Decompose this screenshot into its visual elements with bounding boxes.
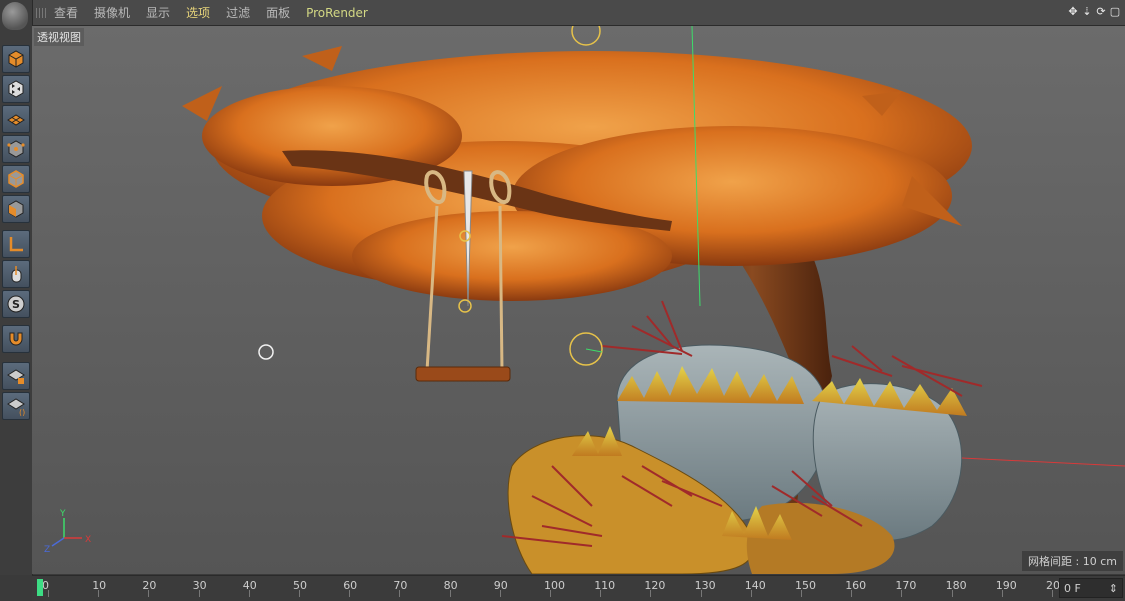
timeline-tick-mark <box>399 590 401 597</box>
panel-grip-icon[interactable] <box>36 7 46 18</box>
points-mode-icon[interactable] <box>2 135 30 163</box>
timeline-tick-mark <box>248 590 250 597</box>
workplane-lock-icon[interactable] <box>2 362 30 390</box>
menu-camera[interactable]: 摄像机 <box>94 4 138 21</box>
timeline-tick-label: 80 <box>443 579 458 592</box>
app-logo-icon <box>2 2 28 30</box>
axis-mode-icon[interactable] <box>2 230 30 258</box>
maximize-icon[interactable]: ▢ <box>1109 5 1121 18</box>
current-frame-field[interactable]: 0 F ⇕ <box>1059 578 1123 598</box>
null-object-gizmo[interactable] <box>258 344 274 360</box>
stepper-icon[interactable]: ⇕ <box>1109 582 1118 595</box>
timeline-tick-mark <box>851 590 853 597</box>
timeline-tick-mark <box>901 590 903 597</box>
timeline-tick-label: 110 <box>594 579 616 592</box>
model-mode-icon[interactable] <box>2 45 30 73</box>
tree-canopy <box>182 46 972 301</box>
svg-text:(): () <box>19 408 25 416</box>
viewport-nav-controls: ✥ ⇣ ⟳ ▢ <box>1067 5 1121 18</box>
timeline-tick-mark <box>1001 590 1003 597</box>
menu-options[interactable]: 选项 <box>186 4 218 21</box>
workplane-grid-icon[interactable]: () <box>2 392 30 420</box>
world-axis-indicator: Y X Z <box>44 509 91 555</box>
axis-y-label: Y <box>59 509 66 519</box>
axis-z-label: Z <box>44 545 50 555</box>
timeline-tick-mark <box>148 590 150 597</box>
x-axis-gizmo <box>961 457 1125 467</box>
menu-display[interactable]: 显示 <box>146 4 178 21</box>
timeline-tick-mark <box>98 590 100 597</box>
timeline-tick-mark <box>449 590 451 597</box>
timeline-tick-label: 160 <box>845 579 867 592</box>
timeline-tick-label: 20 <box>142 579 157 592</box>
timeline-tick-label: 90 <box>493 579 508 592</box>
viewport-title[interactable]: 透视视图 <box>34 28 84 46</box>
tweak-mode-icon[interactable] <box>2 260 30 288</box>
timeline-tick-mark <box>48 590 49 597</box>
timeline-tick-label: 180 <box>945 579 967 592</box>
axis-x-label: X <box>85 535 91 545</box>
light-gizmo[interactable] <box>571 26 601 46</box>
edges-mode-icon[interactable] <box>2 165 30 193</box>
scene-render: Y X Z <box>44 26 1125 574</box>
timeline-tick-mark <box>299 590 300 597</box>
timeline-tick-mark <box>1052 590 1053 597</box>
timeline-tick-mark <box>801 590 802 597</box>
menu-prorender[interactable]: ProRender <box>306 6 376 20</box>
timeline-tick-mark <box>198 590 200 597</box>
timeline-tick-mark <box>750 590 752 597</box>
timeline-tick-label: 50 <box>293 579 307 592</box>
timeline-tick-label: 120 <box>644 579 666 592</box>
solo-icon[interactable]: S <box>2 290 30 318</box>
move-icon[interactable]: ✥ <box>1067 5 1079 18</box>
timeline-tick-label: 130 <box>694 579 716 592</box>
workplane-mode-icon[interactable] <box>2 105 30 133</box>
viewport-menu-bar: 查看 摄像机 显示 选项 过滤 面板 ProRender ✥ ⇣ ⟳ ▢ <box>32 0 1125 26</box>
pivot-gizmo[interactable] <box>458 299 472 313</box>
timeline-tick-mark <box>600 590 602 597</box>
down-arrow-icon[interactable]: ⇣ <box>1081 5 1093 18</box>
polygons-mode-icon[interactable] <box>2 195 30 223</box>
timeline-tick-label: 190 <box>995 579 1017 592</box>
grid-spacing-readout: 网格间距 : 10 cm <box>1022 551 1123 571</box>
current-frame-value: 0 F <box>1064 581 1081 595</box>
timeline-tick-label: 140 <box>744 579 766 592</box>
timeline-tick-label: 10 <box>92 579 107 592</box>
timeline-bar[interactable]: 0 10 20 30 40 50 60 70 80 90 100 110 120 130 140 150 160… <box>32 575 1125 601</box>
timeline-tick-mark <box>499 590 501 597</box>
timeline-tick-mark <box>550 590 551 597</box>
timeline-tick-label: 30 <box>192 579 207 592</box>
timeline-tick-mark <box>349 590 351 597</box>
timeline-tick-mark <box>951 590 953 597</box>
snap-magnet-icon[interactable] <box>2 325 30 353</box>
timeline-tick-label: 40 <box>242 579 257 592</box>
playhead-handle[interactable] <box>37 579 43 596</box>
timeline-tick-mark <box>650 590 652 597</box>
timeline-tick-label: 70 <box>393 579 408 592</box>
svg-text:S: S <box>12 298 20 311</box>
timeline-tick-label: 170 <box>895 579 917 592</box>
texture-mode-icon[interactable] <box>2 75 30 103</box>
timeline-ruler[interactable]: 0 10 20 30 40 50 60 70 80 90 100 110 120 130 140 150 160… <box>36 576 1067 601</box>
timeline-tick-label: 60 <box>343 579 358 592</box>
rotate-icon[interactable]: ⟳ <box>1095 5 1107 18</box>
menu-view[interactable]: 查看 <box>54 4 86 21</box>
perspective-viewport[interactable]: Y X Z 透视视图 网格间距 : 10 cm <box>32 26 1125 574</box>
timeline-tick-label: 150 <box>795 579 816 592</box>
menu-filter[interactable]: 过滤 <box>226 4 258 21</box>
timeline-tick-label: 100 <box>544 579 565 592</box>
menu-panel[interactable]: 面板 <box>266 4 298 21</box>
mode-toolbar: S () <box>0 0 33 575</box>
timeline-tick-mark <box>700 590 702 597</box>
